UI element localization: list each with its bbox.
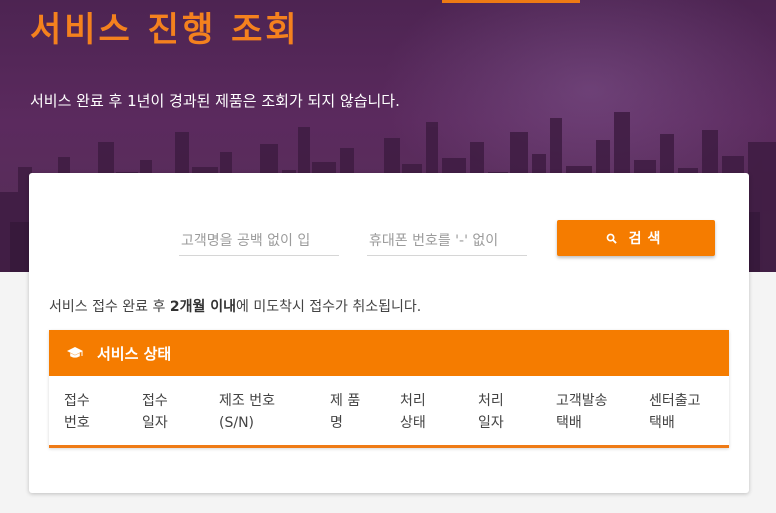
column-header-line: 제조 번호 (219, 393, 275, 409)
service-status-panel: 서비스 상태 접수번호 접수일자 제조 번호 (S/N) 제 품명 처리상태 처리… (49, 330, 729, 448)
column-header-product-name: 제 품명 (330, 390, 360, 434)
column-header-line: 일자 (142, 415, 168, 431)
search-icon (606, 233, 617, 244)
column-header-line: 제 품 (330, 393, 361, 409)
service-status-title: 서비스 상태 (97, 344, 172, 363)
column-header-receipt-number: 접수번호 (64, 390, 90, 434)
page-subtitle: 서비스 완료 후 1년이 경과된 제품은 조회가 되지 않습니다. (30, 92, 400, 110)
phone-number-input[interactable] (367, 227, 527, 256)
column-header-line: (S/N) (219, 415, 254, 431)
search-card: 검색 서비스 접수 완료 후 2개월 이내에 미도착시 접수가 취소됩니다. 서… (29, 173, 749, 493)
search-button[interactable]: 검색 (557, 220, 715, 256)
customer-name-input[interactable] (179, 227, 339, 256)
service-status-table: 접수번호 접수일자 제조 번호 (S/N) 제 품명 처리상태 처리일자 고객발송… (49, 376, 729, 448)
column-header-customer-delivery: 고객발송택배 (556, 390, 608, 434)
search-button-label: 검색 (628, 231, 667, 247)
column-header-serial-number: 제조 번호 (S/N) (219, 390, 275, 434)
column-header-line: 택배 (556, 415, 582, 431)
graduation-cap-icon (67, 346, 83, 360)
column-header-line: 택배 (649, 415, 675, 431)
column-header-receipt-date: 접수일자 (142, 390, 168, 434)
column-header-line: 일자 (478, 415, 504, 431)
service-status-header: 서비스 상태 (49, 330, 729, 376)
column-header-process-status: 처리상태 (400, 390, 426, 434)
notice-highlight: 2개월 이내 (169, 299, 236, 315)
column-header-line: 고객발송 (556, 393, 608, 409)
column-header-center-delivery: 센터출고택배 (649, 390, 701, 434)
column-header-line: 명 (330, 415, 343, 431)
column-header-line: 처리 (478, 393, 504, 409)
notice-text-before: 서비스 접수 완료 후 (49, 299, 170, 315)
column-header-process-date: 처리일자 (478, 390, 504, 434)
page-title: 서비스 진행 조회 (30, 10, 300, 50)
column-header-line: 번호 (64, 415, 90, 431)
column-header-line: 센터출고 (649, 393, 701, 409)
column-header-line: 접수 (64, 393, 90, 409)
column-header-line: 접수 (142, 393, 168, 409)
notice-text-after: 에 미도착시 접수가 취소됩니다. (235, 299, 422, 315)
header-accent-bar (442, 0, 580, 3)
column-header-line: 상태 (400, 415, 426, 431)
cancellation-notice: 서비스 접수 완료 후 2개월 이내에 미도착시 접수가 취소됩니다. (49, 296, 421, 316)
column-header-line: 처리 (400, 393, 426, 409)
